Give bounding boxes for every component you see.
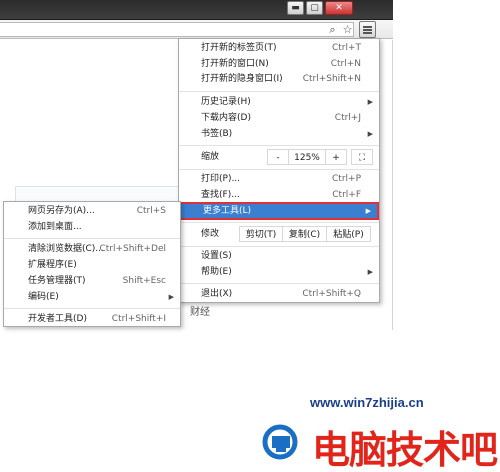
watermark-logo-icon bbox=[262, 424, 298, 460]
menu-separator bbox=[179, 91, 379, 92]
menu-item-new-tab[interactable]: 打开新的标签页(T) Ctrl+T bbox=[179, 41, 379, 56]
paste-button[interactable]: 粘贴(P) bbox=[327, 226, 371, 242]
zoom-row: 缩放 - 125% + ⛶ bbox=[179, 147, 379, 167]
submenu-item-task-manager[interactable]: 任务管理器(T) Shift+Esc bbox=[4, 274, 180, 289]
zoom-level: 125% bbox=[289, 149, 325, 165]
menu-item-new-window[interactable]: 打开新的窗口(N) Ctrl+N bbox=[179, 57, 379, 72]
close-button[interactable]: ✕ bbox=[325, 1, 353, 15]
menu-item-incognito[interactable]: 打开新的隐身窗口(I) Ctrl+Shift+N bbox=[179, 72, 379, 87]
edit-label: 修改 bbox=[201, 229, 220, 239]
submenu-arrow-icon: ▶ bbox=[367, 98, 373, 106]
submenu-item-add-to-desktop[interactable]: 添加到桌面... bbox=[4, 220, 180, 235]
address-bar[interactable] bbox=[0, 22, 354, 37]
zoom-icon[interactable]: ⌕ bbox=[325, 22, 340, 37]
hamburger-menu-icon[interactable] bbox=[359, 21, 376, 38]
menu-item-history[interactable]: 历史记录(H) ▶ bbox=[179, 95, 379, 110]
page-text-fragment: 财经 bbox=[190, 307, 210, 318]
menu-separator bbox=[179, 222, 379, 223]
maximize-button[interactable]: ▢ bbox=[306, 1, 323, 15]
menu-separator bbox=[179, 246, 379, 247]
zoom-out-button[interactable]: - bbox=[267, 149, 289, 165]
menu-separator bbox=[179, 145, 379, 146]
submenu-arrow-icon: ▶ bbox=[367, 130, 373, 138]
menu-item-settings[interactable]: 设置(S) bbox=[179, 249, 379, 264]
submenu-arrow-icon: ▶ bbox=[168, 293, 174, 301]
submenu-item-encoding[interactable]: 编码(E) ▶ bbox=[4, 290, 180, 305]
browser-toolbar: ⌕ ☆ bbox=[0, 20, 393, 39]
submenu-arrow-icon: ▶ bbox=[367, 268, 373, 276]
menu-item-more-tools[interactable]: 更多工具(L) ▶ bbox=[179, 202, 379, 220]
menu-separator bbox=[179, 169, 379, 170]
bookmark-star-icon[interactable]: ☆ bbox=[340, 22, 355, 37]
zoom-label: 缩放 bbox=[201, 152, 220, 162]
submenu-item-clear-data[interactable]: 清除浏览数据(C)... Ctrl+Shift+Del bbox=[4, 242, 180, 257]
menu-item-exit[interactable]: 退出(X) Ctrl+Shift+Q bbox=[179, 287, 379, 302]
menu-separator bbox=[179, 283, 379, 284]
edit-row: 修改 剪切(T) 复制(C) 粘贴(P) bbox=[179, 224, 379, 244]
menu-separator bbox=[4, 238, 180, 239]
submenu-arrow-icon: ▶ bbox=[365, 207, 371, 215]
fullscreen-icon[interactable]: ⛶ bbox=[351, 149, 373, 165]
menu-item-find[interactable]: 查找(F)... Ctrl+F bbox=[179, 188, 379, 203]
more-tools-submenu: 网页另存为(A)... Ctrl+S 添加到桌面... 清除浏览数据(C)... C… bbox=[3, 201, 181, 327]
zoom-in-button[interactable]: + bbox=[325, 149, 347, 165]
menu-item-help[interactable]: 帮助(E) ▶ bbox=[179, 265, 379, 280]
submenu-item-save-page[interactable]: 网页另存为(A)... Ctrl+S bbox=[4, 204, 180, 219]
menu-separator bbox=[4, 308, 180, 309]
menu-item-print[interactable]: 打印(P)... Ctrl+P bbox=[179, 172, 379, 187]
watermark-text: 电脑技术吧 bbox=[312, 430, 498, 472]
menu-item-downloads[interactable]: 下载内容(D) Ctrl+J bbox=[179, 111, 379, 126]
watermark-url: www.win7zhijia.cn bbox=[310, 395, 424, 410]
chrome-main-menu: 打开新的标签页(T) Ctrl+T 打开新的窗口(N) Ctrl+N 打开新的隐身窗… bbox=[178, 38, 380, 303]
submenu-item-devtools[interactable]: 开发者工具(D) Ctrl+Shift+I bbox=[4, 312, 180, 327]
menu-item-bookmarks[interactable]: 书签(B) ▶ bbox=[179, 127, 379, 142]
minimize-button[interactable]: ▬ bbox=[287, 1, 304, 15]
cut-button[interactable]: 剪切(T) bbox=[239, 226, 283, 242]
submenu-item-extensions[interactable]: 扩展程序(E) bbox=[4, 258, 180, 273]
copy-button[interactable]: 复制(C) bbox=[283, 226, 327, 242]
window-titlebar: ▬ ▢ ✕ bbox=[0, 0, 393, 20]
